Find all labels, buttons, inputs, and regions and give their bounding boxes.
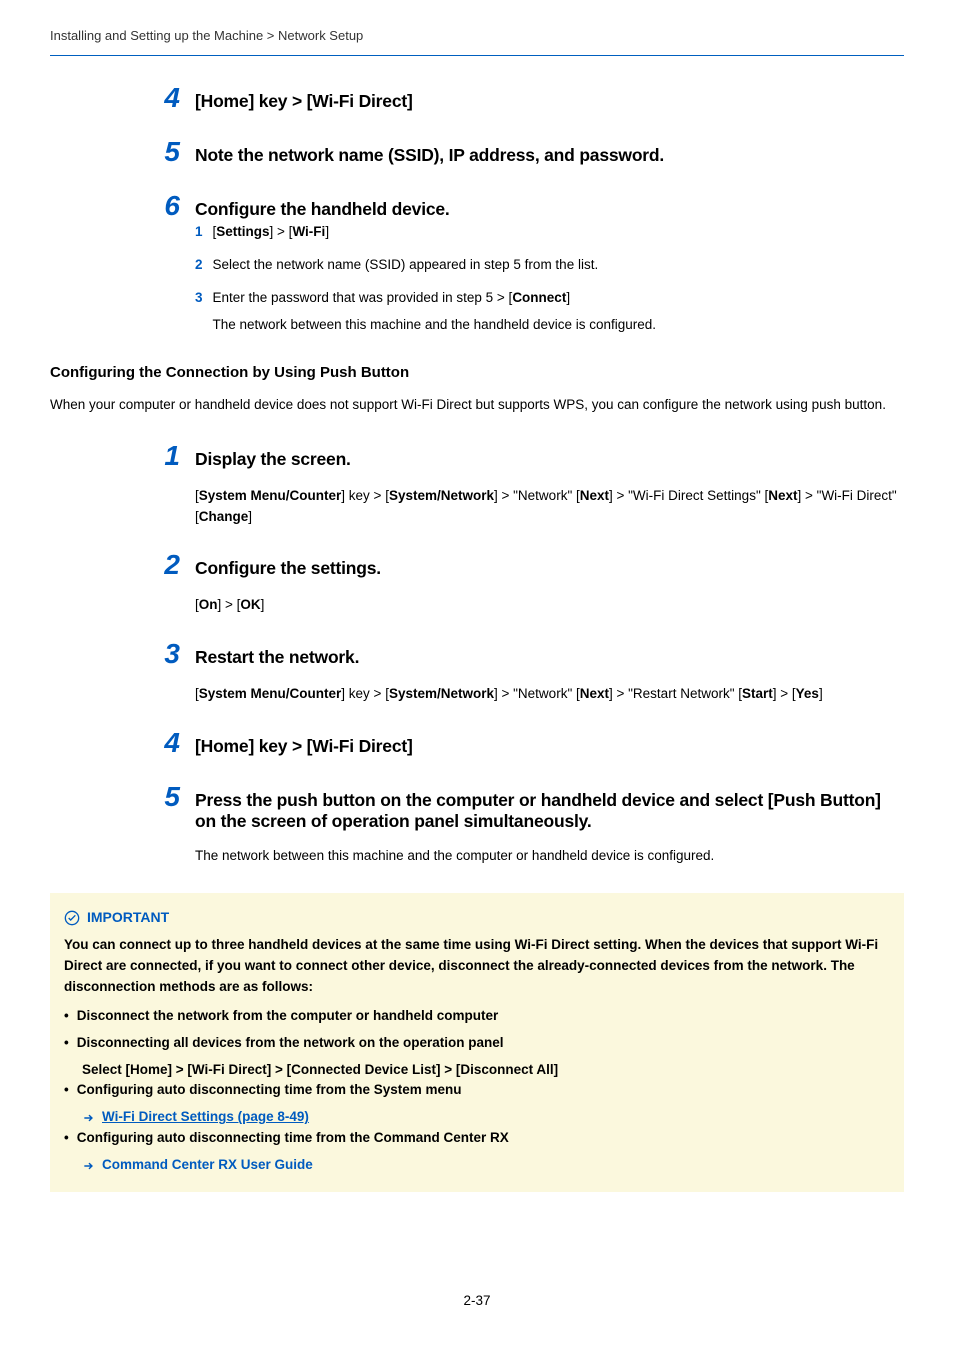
section-intro: When your computer or handheld device do… xyxy=(50,395,904,416)
sub-step-text: Select the network name (SSID) appeared … xyxy=(213,255,599,276)
breadcrumb: Installing and Setting up the Machine > … xyxy=(50,28,904,55)
important-bullet: • Disconnecting all devices from the netw… xyxy=(64,1033,890,1054)
step-1: 1 Display the screen. [System Menu/Count… xyxy=(195,440,904,528)
arrow-right-icon xyxy=(82,1111,96,1125)
step-number: 1 xyxy=(151,440,179,472)
step-body: [On] > [OK] xyxy=(195,595,904,616)
cross-reference-link[interactable]: Wi-Fi Direct Settings (page 8-49) xyxy=(102,1107,309,1128)
section-heading: Configuring the Connection by Using Push… xyxy=(50,364,904,381)
sub-step-extra: The network between this machine and the… xyxy=(213,315,657,336)
step-title: Configure the handheld device. xyxy=(195,199,450,220)
bullet-dot: • xyxy=(64,1033,69,1054)
important-bullet: • Configuring auto disconnecting time fro… xyxy=(64,1128,890,1149)
step-body: [System Menu/Counter] key > [System/Netw… xyxy=(195,486,904,528)
sub-step: 3Enter the password that was provided in… xyxy=(195,288,904,336)
step-4: 4 [Home] key > [Wi-Fi Direct] xyxy=(195,727,904,759)
sub-step-list: 1 [Settings] > [Wi-Fi] 2 Select the network… xyxy=(195,222,904,336)
step-body: The network between this machine and the… xyxy=(195,846,904,867)
important-note: IMPORTANT You can connect up to three ha… xyxy=(50,893,904,1192)
step-5-top: 5 Note the network name (SSID), IP addre… xyxy=(195,136,904,168)
sub-step-number: 3 xyxy=(195,288,203,336)
sub-step: 2 Select the network name (SSID) appeared… xyxy=(195,255,904,276)
cross-reference-link[interactable]: Command Center RX User Guide xyxy=(102,1155,313,1176)
step-number: 6 xyxy=(151,190,179,222)
sub-step-number: 1 xyxy=(195,222,203,243)
step-title: Display the screen. xyxy=(195,449,351,470)
step-number: 2 xyxy=(151,549,179,581)
important-bullet: • Disconnect the network from the compute… xyxy=(64,1006,890,1027)
sub-step-text: Enter the password that was provided in … xyxy=(213,288,657,336)
step-6-top: 6 Configure the handheld device. 1[Setti… xyxy=(195,190,904,336)
step-2: 2 Configure the settings. [On] > [OK] xyxy=(195,549,904,616)
step-number: 5 xyxy=(151,781,179,813)
step-5: 5 Press the push button on the computer … xyxy=(195,781,904,867)
step-title: [Home] key > [Wi-Fi Direct] xyxy=(195,91,413,112)
step-4-top: 4 [Home] key > [Wi-Fi Direct] xyxy=(195,82,904,114)
sub-step-text: [Settings] > [Wi-Fi] xyxy=(213,222,330,243)
step-title: Press the push button on the computer or… xyxy=(195,790,904,832)
step-body: [System Menu/Counter] key > [System/Netw… xyxy=(195,684,904,705)
step-number: 3 xyxy=(151,638,179,670)
step-title: Restart the network. xyxy=(195,647,359,668)
important-bullet-text: Disconnect the network from the computer… xyxy=(77,1006,499,1027)
bullet-dot: • xyxy=(64,1128,69,1149)
bullet-dot: • xyxy=(64,1006,69,1027)
important-sub-link-row: Wi-Fi Direct Settings (page 8-49) xyxy=(82,1107,890,1128)
step-number: 4 xyxy=(151,727,179,759)
important-bullet-text: Configuring auto disconnecting time from… xyxy=(77,1080,462,1101)
important-bullet-text: Configuring auto disconnecting time from… xyxy=(77,1128,509,1149)
step-number: 5 xyxy=(151,136,179,168)
header-rule xyxy=(50,55,904,56)
page-number: 2-37 xyxy=(0,1293,954,1308)
sub-step-number: 2 xyxy=(195,255,203,276)
important-lead: You can connect up to three handheld dev… xyxy=(64,935,890,998)
check-circle-icon xyxy=(64,910,80,926)
bullet-dot: • xyxy=(64,1080,69,1101)
important-sub-text: Select [Home] > [Wi-Fi Direct] > [Connec… xyxy=(82,1060,890,1081)
step-title: Configure the settings. xyxy=(195,558,381,579)
important-bullet: • Configuring auto disconnecting time fro… xyxy=(64,1080,890,1101)
step-title: [Home] key > [Wi-Fi Direct] xyxy=(195,736,413,757)
arrow-right-icon xyxy=(82,1159,96,1173)
important-bullet-text: Disconnecting all devices from the netwo… xyxy=(77,1033,504,1054)
step-number: 4 xyxy=(151,82,179,114)
important-label: IMPORTANT xyxy=(87,907,169,929)
sub-step: 1 [Settings] > [Wi-Fi] xyxy=(195,222,904,243)
step-3: 3 Restart the network. [System Menu/Coun… xyxy=(195,638,904,705)
important-sub-link-row: Command Center RX User Guide xyxy=(82,1155,890,1176)
important-bullet-list: • Disconnect the network from the compute… xyxy=(64,1006,890,1176)
step-title: Note the network name (SSID), IP address… xyxy=(195,145,664,166)
